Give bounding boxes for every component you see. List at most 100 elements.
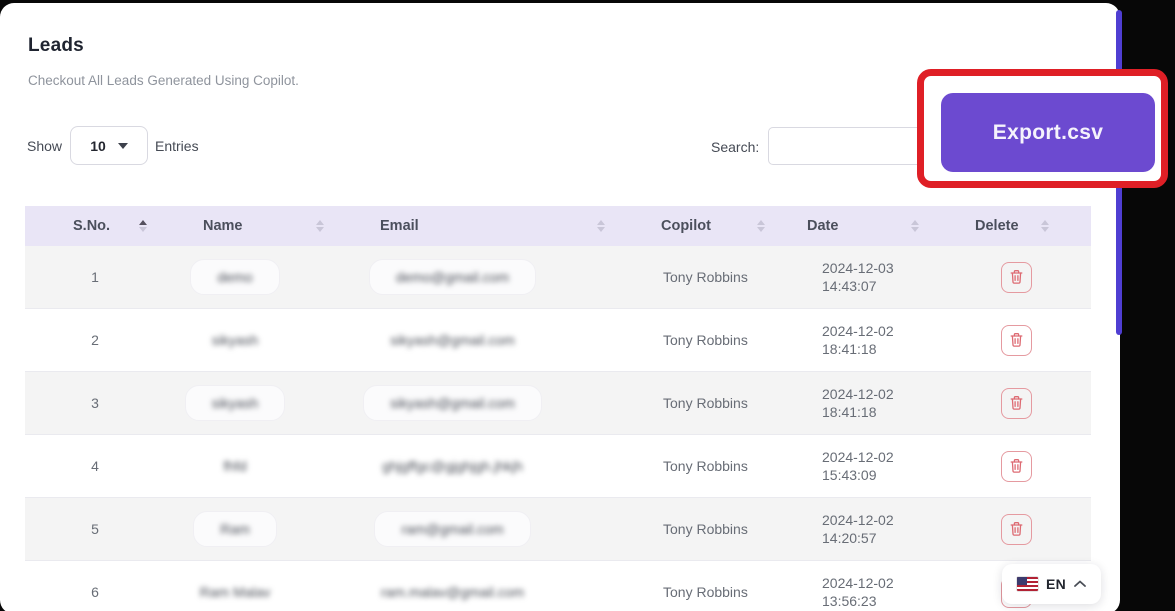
- trash-icon: [1009, 458, 1024, 474]
- leads-table: S.No. Name Email Copilot Date Delete: [25, 206, 1091, 611]
- cell-sno: 1: [25, 246, 165, 308]
- time-value: 18:41:18: [822, 403, 894, 421]
- cell-delete: [965, 372, 1091, 434]
- delete-button[interactable]: [1001, 262, 1032, 293]
- date-value: 2024-12-02: [822, 574, 894, 592]
- language-selector[interactable]: EN: [1002, 564, 1101, 604]
- cell-sno: 2: [25, 309, 165, 371]
- show-label: Show: [27, 138, 62, 154]
- sno-value: 6: [91, 584, 99, 600]
- sno-value: 3: [91, 395, 99, 411]
- sno-value: 1: [91, 269, 99, 285]
- table-row: 2 sikyash sikyash@gmail.com Tony Robbins…: [25, 309, 1091, 372]
- column-header-email[interactable]: Email: [350, 206, 625, 246]
- copilot-value: Tony Robbins: [663, 521, 748, 537]
- email-value: ram.malav@gmail.com: [381, 584, 524, 600]
- column-header-label: Email: [380, 218, 419, 234]
- table-header-row: S.No. Name Email Copilot Date Delete: [25, 206, 1091, 246]
- sort-arrows-icon[interactable]: [316, 220, 324, 232]
- chevron-down-icon: [118, 143, 128, 149]
- copilot-value: Tony Robbins: [663, 458, 748, 474]
- sort-arrows-icon[interactable]: [757, 220, 765, 232]
- column-header-copilot[interactable]: Copilot: [625, 206, 785, 246]
- cell-sno: 6: [25, 561, 165, 611]
- sort-arrows-icon[interactable]: [1041, 220, 1049, 232]
- cell-sno: 4: [25, 435, 165, 497]
- delete-button[interactable]: [1001, 451, 1032, 482]
- column-header-label: Name: [203, 218, 243, 234]
- sort-arrows-icon[interactable]: [597, 220, 605, 232]
- column-header-sno[interactable]: S.No.: [25, 206, 165, 246]
- name-value: Ram Malav: [200, 584, 271, 600]
- date-value: 2024-12-02: [822, 385, 894, 403]
- cell-date: 2024-12-03 14:43:07: [785, 246, 965, 308]
- cell-copilot: Tony Robbins: [625, 435, 785, 497]
- trash-icon: [1009, 269, 1024, 285]
- cell-copilot: Tony Robbins: [625, 309, 785, 371]
- sno-value: 5: [91, 521, 99, 537]
- sort-arrows-icon[interactable]: [911, 220, 919, 232]
- column-header-label: Delete: [975, 218, 1019, 234]
- delete-button[interactable]: [1001, 388, 1032, 419]
- column-header-label: Copilot: [661, 218, 711, 234]
- cell-email: ghjgffgc@gjghjgh.jhkjh: [350, 435, 625, 497]
- cell-date: 2024-12-02 14:20:57: [785, 498, 965, 560]
- table-body: 1 demo demo@gmail.com Tony Robbins 2024-…: [25, 246, 1091, 611]
- cell-sno: 3: [25, 372, 165, 434]
- copilot-value: Tony Robbins: [663, 395, 748, 411]
- cell-date: 2024-12-02 18:41:18: [785, 372, 965, 434]
- table-row: 3 sikyash sikyash@gmail.com Tony Robbins…: [25, 372, 1091, 435]
- email-value: ghjgffgc@gjghjgh.jhkjh: [382, 458, 523, 474]
- column-header-label: S.No.: [73, 218, 110, 234]
- email-value: demo@gmail.com: [396, 269, 509, 285]
- cell-copilot: Tony Robbins: [625, 372, 785, 434]
- name-value: Ram: [220, 521, 250, 537]
- delete-button[interactable]: [1001, 325, 1032, 356]
- export-csv-button[interactable]: Export.csv: [941, 93, 1155, 172]
- column-header-label: Date: [807, 218, 838, 234]
- table-row: 6 Ram Malav ram.malav@gmail.com Tony Rob…: [25, 561, 1091, 611]
- name-value: fhfd: [223, 458, 246, 474]
- column-header-date[interactable]: Date: [785, 206, 965, 246]
- page-title: Leads: [28, 35, 84, 57]
- language-label: EN: [1046, 576, 1066, 592]
- column-header-name[interactable]: Name: [165, 206, 350, 246]
- name-value: sikyash: [212, 395, 259, 411]
- cell-email: sikyash@gmail.com: [350, 372, 625, 434]
- cell-delete: [965, 435, 1091, 497]
- table-row: 1 demo demo@gmail.com Tony Robbins 2024-…: [25, 246, 1091, 309]
- cell-email: sikyash@gmail.com: [350, 309, 625, 371]
- cell-delete: [965, 498, 1091, 560]
- cell-copilot: Tony Robbins: [625, 561, 785, 611]
- sort-arrows-icon[interactable]: [139, 220, 147, 232]
- copilot-value: Tony Robbins: [663, 584, 748, 600]
- date-value: 2024-12-02: [822, 511, 894, 529]
- page-size-select[interactable]: 10: [70, 126, 148, 165]
- name-value: demo: [217, 269, 252, 285]
- delete-button[interactable]: [1001, 514, 1032, 545]
- email-value: ram@gmail.com: [401, 521, 503, 537]
- cell-name: Ram Malav: [165, 561, 350, 611]
- copilot-value: Tony Robbins: [663, 269, 748, 285]
- time-value: 15:43:09: [822, 466, 894, 484]
- cell-name: Ram: [165, 498, 350, 560]
- time-value: 13:56:23: [822, 592, 894, 610]
- sno-value: 2: [91, 332, 99, 348]
- cell-date: 2024-12-02 18:41:18: [785, 309, 965, 371]
- cell-name: demo: [165, 246, 350, 308]
- cell-copilot: Tony Robbins: [625, 246, 785, 308]
- cell-name: sikyash: [165, 372, 350, 434]
- table-row: 4 fhfd ghjgffgc@gjghjgh.jhkjh Tony Robbi…: [25, 435, 1091, 498]
- page-subtitle: Checkout All Leads Generated Using Copil…: [28, 73, 299, 88]
- cell-email: ram.malav@gmail.com: [350, 561, 625, 611]
- email-value: sikyash@gmail.com: [390, 395, 515, 411]
- email-value: sikyash@gmail.com: [390, 332, 515, 348]
- cell-date: 2024-12-02 13:56:23: [785, 561, 965, 611]
- trash-icon: [1009, 332, 1024, 348]
- chevron-up-icon: [1074, 580, 1086, 588]
- column-header-delete[interactable]: Delete: [965, 206, 1091, 246]
- table-row: 5 Ram ram@gmail.com Tony Robbins 2024-12…: [25, 498, 1091, 561]
- cell-name: sikyash: [165, 309, 350, 371]
- export-highlight-annotation: Export.csv: [917, 69, 1168, 188]
- entries-label: Entries: [155, 138, 199, 154]
